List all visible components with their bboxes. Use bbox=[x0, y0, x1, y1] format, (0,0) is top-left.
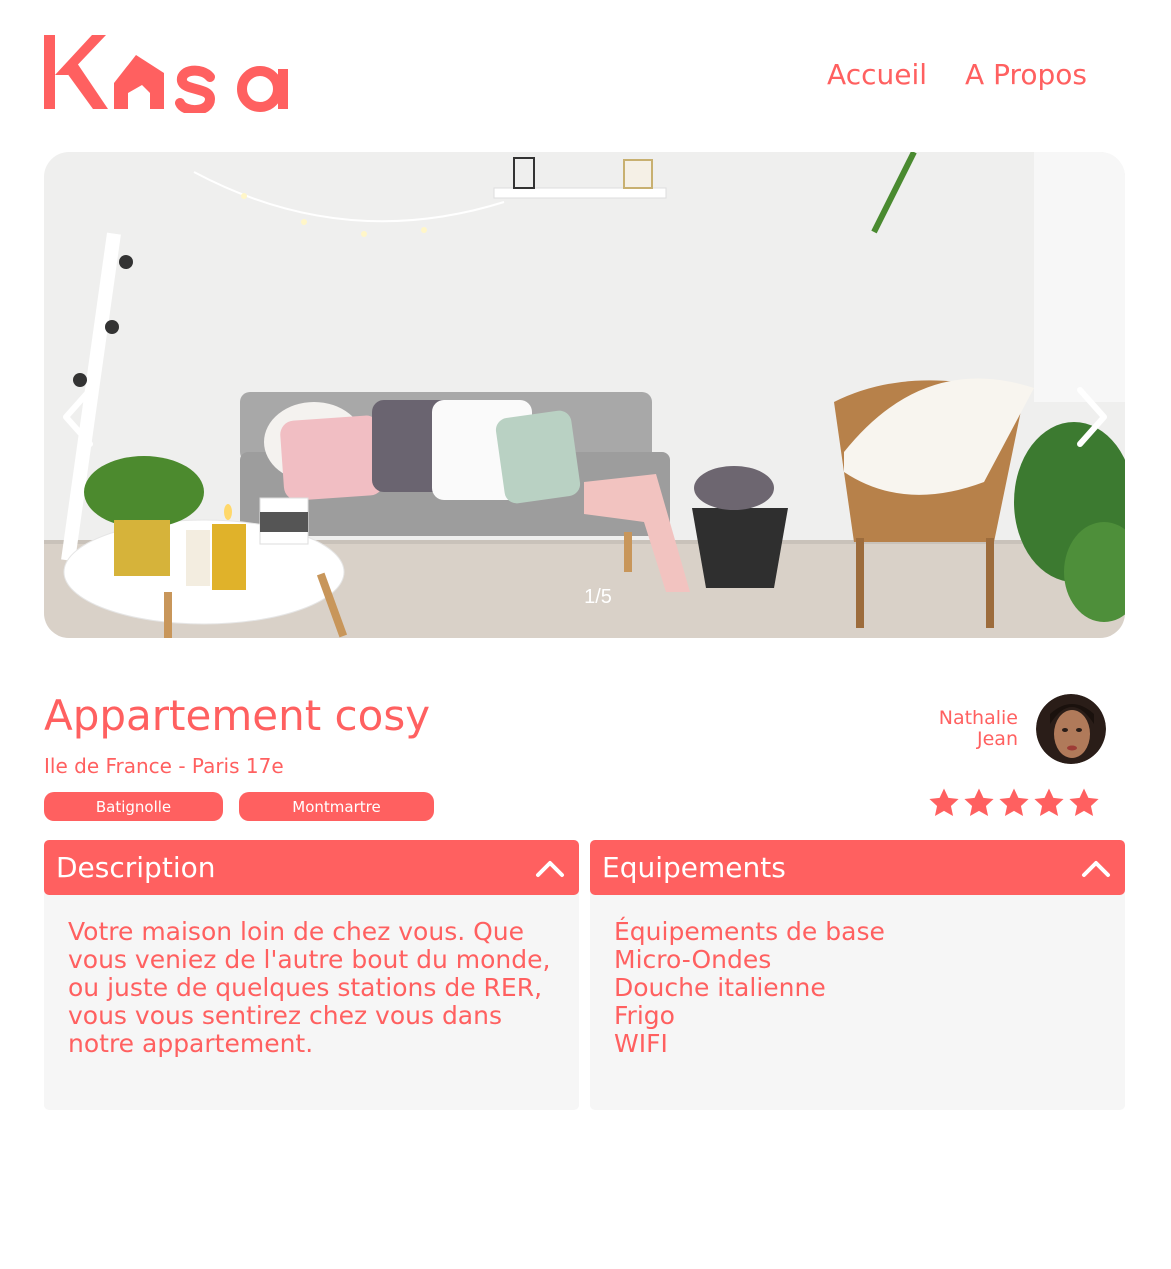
description-toggle[interactable]: Description bbox=[44, 840, 579, 895]
avatar bbox=[1036, 694, 1106, 764]
main-nav: Accueil A Propos bbox=[827, 58, 1087, 91]
equipment-item: Douche italienne bbox=[614, 973, 826, 1002]
star-icon bbox=[1069, 788, 1099, 817]
star-icon bbox=[1034, 788, 1064, 817]
description-text: Votre maison loin de chez vous. Que vous… bbox=[68, 917, 551, 1058]
star-icon bbox=[999, 788, 1029, 817]
tag: Batignolle bbox=[44, 792, 223, 821]
kasa-logo[interactable] bbox=[44, 33, 292, 113]
equipments-toggle[interactable]: Equipements bbox=[590, 840, 1125, 895]
equipment-list: Équipements de base Micro-Ondes Douche i… bbox=[614, 918, 1105, 1058]
equipment-item: Frigo bbox=[614, 1001, 675, 1030]
description-body: Votre maison loin de chez vous. Que vous… bbox=[44, 890, 579, 1110]
rating bbox=[927, 786, 1101, 820]
star-icon bbox=[929, 788, 959, 817]
slide-counter: 1/5 bbox=[584, 586, 612, 608]
chevron-left-icon[interactable] bbox=[58, 384, 98, 450]
equipments-title: Equipements bbox=[602, 851, 786, 884]
nav-link-a-propos[interactable]: A Propos bbox=[965, 58, 1087, 91]
tag-list: Batignolle Montmartre bbox=[44, 792, 434, 821]
chevron-up-icon[interactable] bbox=[1081, 858, 1111, 878]
equipment-item: Micro-Ondes bbox=[614, 945, 772, 974]
equipments-collapse: Equipements Équipements de base Micro-On… bbox=[590, 840, 1125, 1110]
description-collapse: Description Votre maison loin de chez vo… bbox=[44, 840, 579, 1110]
tag: Montmartre bbox=[239, 792, 434, 821]
slideshow: 1/5 bbox=[44, 152, 1125, 638]
equipments-body: Équipements de base Micro-Ondes Douche i… bbox=[590, 890, 1125, 1110]
listing-location: Ile de France - Paris 17e bbox=[44, 754, 284, 778]
host-name: Nathalie Jean bbox=[939, 708, 1018, 750]
description-title: Description bbox=[56, 851, 216, 884]
apartment-photo bbox=[44, 152, 1125, 638]
chevron-up-icon[interactable] bbox=[535, 858, 565, 878]
star-icon bbox=[964, 788, 994, 817]
equipment-item: Équipements de base bbox=[614, 917, 885, 946]
chevron-right-icon[interactable] bbox=[1072, 384, 1112, 450]
nav-link-accueil[interactable]: Accueil bbox=[827, 58, 927, 91]
equipment-item: WIFI bbox=[614, 1029, 668, 1058]
listing-title: Appartement cosy bbox=[44, 691, 431, 740]
host-info: Nathalie Jean bbox=[939, 694, 1106, 764]
host-first-name: Nathalie bbox=[938, 707, 1018, 729]
host-last-name: Jean bbox=[977, 728, 1018, 750]
